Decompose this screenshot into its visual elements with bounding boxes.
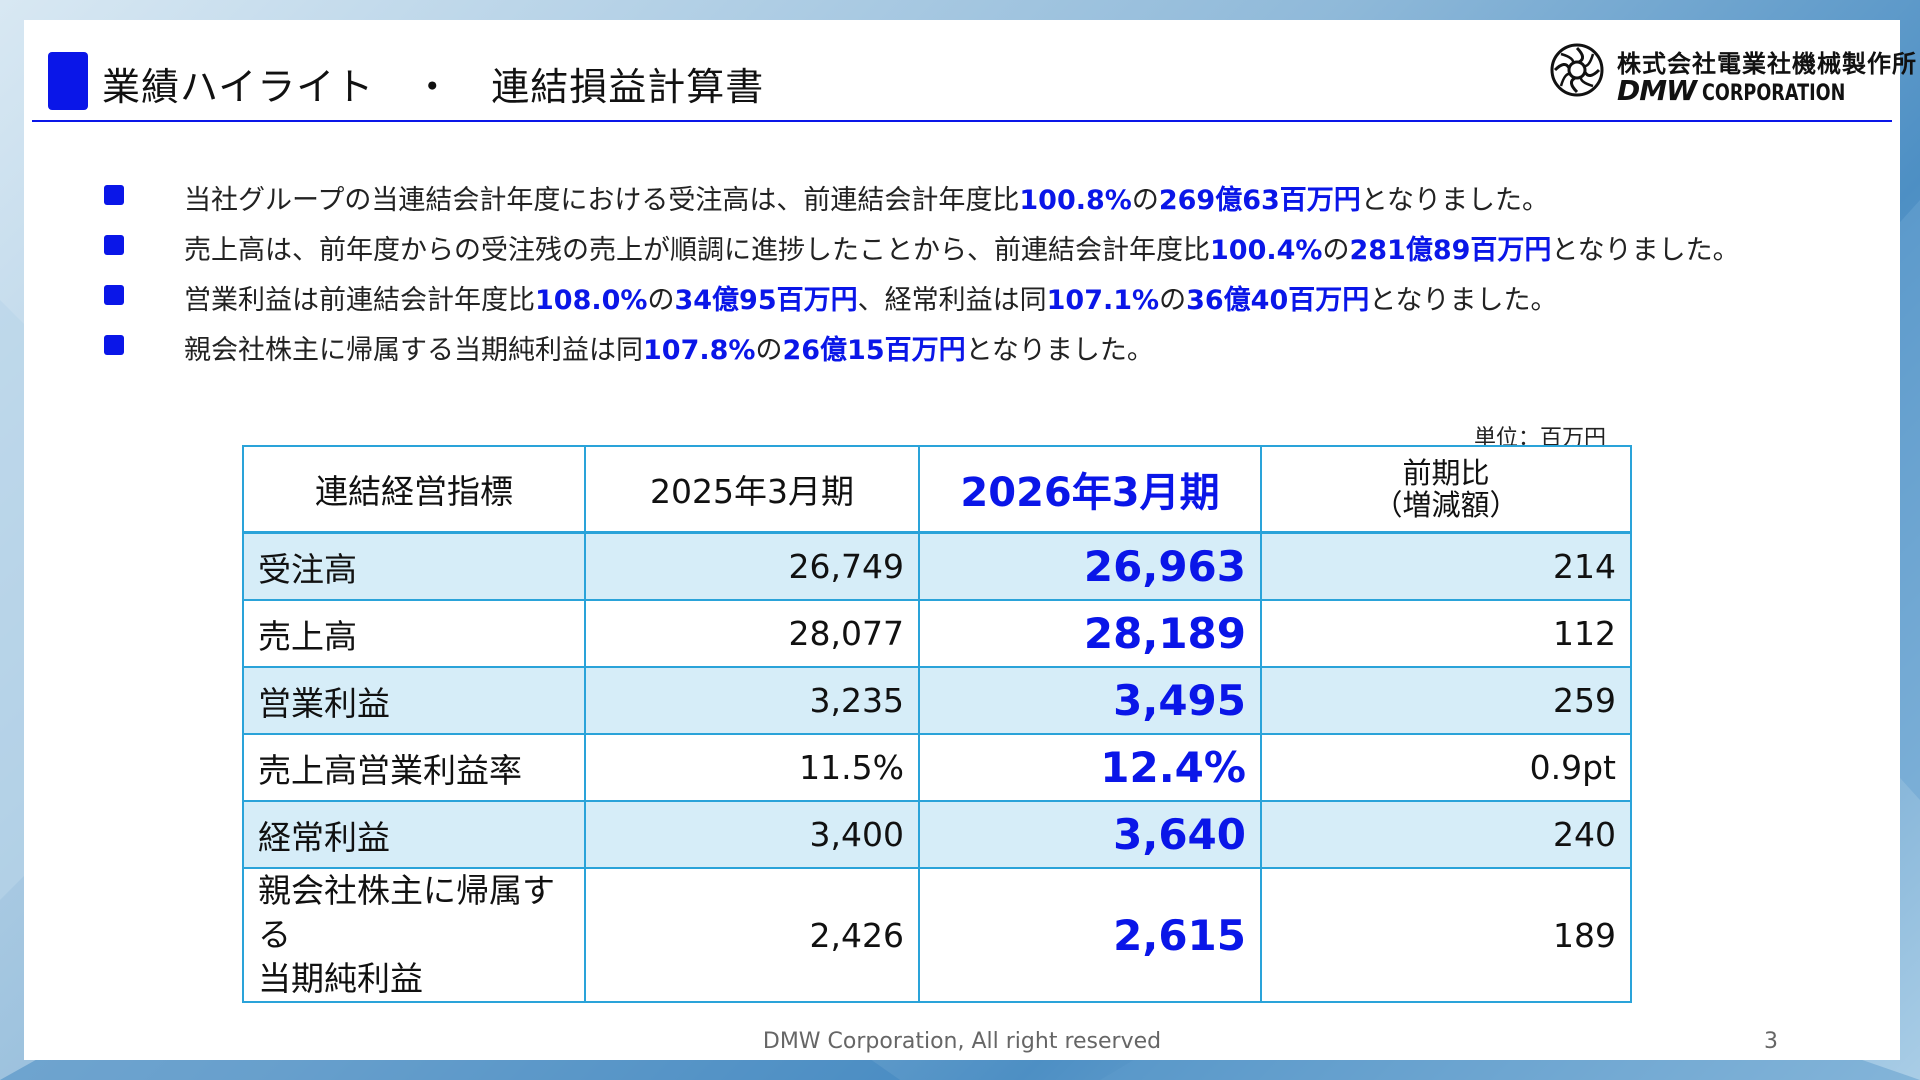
bullet-highlight: 26億15百万円 <box>782 335 966 366</box>
row-diff: 189 <box>1260 867 1632 1003</box>
consolidated-kpi-table: 連結経営指標 2025年3月期 2026年3月期 前期比 （増減額） 受注高 26… <box>242 445 1632 1003</box>
row-prev: 3,400 <box>584 800 920 869</box>
bullet-text-part: 親会社株主に帰属する当期純利益は同 <box>184 335 643 366</box>
bullet-text-part: 、経常利益は同 <box>857 285 1047 316</box>
table-row: 売上高 28,077 28,189 112 <box>242 599 1632 668</box>
row-current: 12.4% <box>918 733 1262 802</box>
bullet-highlight: 100.4% <box>1210 235 1323 266</box>
bullet-text-part: の <box>1131 185 1159 216</box>
row-metric-line2: 当期純利益 <box>258 959 423 998</box>
bullet-text-part: となりました。 <box>1360 185 1549 216</box>
slide: 業績ハイライト ・ 連結損益計算書 株式会社電業社機械製作所 DMW CORPOR… <box>24 20 1916 1060</box>
row-metric: 経常利益 <box>242 800 586 869</box>
header-metric: 連結経営指標 <box>242 445 586 534</box>
row-diff: 259 <box>1260 666 1632 735</box>
row-current: 3,495 <box>918 666 1262 735</box>
header-yoy-change: 前期比 （増減額） <box>1260 445 1632 534</box>
row-prev: 26,749 <box>584 531 920 601</box>
bullet-text-part: の <box>755 335 783 366</box>
bullet-text: 当社グループの当連結会計年度における受注高は、前連結会計年度比100.8%の26… <box>184 178 1549 217</box>
bullet-text-part: の <box>1159 285 1187 316</box>
logo-corporation: CORPORATION <box>1702 81 1846 106</box>
row-metric: 親会社株主に帰属する当期純利益 <box>242 867 586 1003</box>
row-current: 2,615 <box>918 867 1262 1003</box>
bullet-text-part: の <box>647 285 675 316</box>
table-row: 受注高 26,749 26,963 214 <box>242 531 1632 601</box>
row-prev: 28,077 <box>584 599 920 668</box>
table-row: 経常利益 3,400 3,640 240 <box>242 800 1632 869</box>
logo-brand: DMW <box>1617 74 1697 107</box>
header-current-year: 2026年3月期 <box>918 445 1262 534</box>
bullet-highlight: 107.1% <box>1046 285 1160 316</box>
row-metric: 受注高 <box>242 531 586 601</box>
footer-copyright: DMW Corporation, All right reserved <box>762 1029 1162 1054</box>
header-yoy-line1: 前期比 <box>1402 456 1490 490</box>
row-metric: 売上高 <box>242 599 586 668</box>
bullet-text: 売上高は、前年度からの受注残の売上が順調に進捗したことから、前連結会計年度比10… <box>184 228 1740 267</box>
bullet-highlight: 269億63百万円 <box>1158 185 1361 216</box>
row-prev: 3,235 <box>584 666 920 735</box>
bullet-highlight: 281億89百万円 <box>1349 235 1552 266</box>
page-number: 3 <box>1764 1029 1778 1054</box>
row-prev: 2,426 <box>584 867 920 1003</box>
row-diff: 240 <box>1260 800 1632 869</box>
company-logo: 株式会社電業社機械製作所 DMW CORPORATION <box>1549 40 1916 120</box>
bullet-highlight: 36億40百万円 <box>1186 285 1370 316</box>
row-metric-line1: 親会社株主に帰属する <box>258 871 555 954</box>
impeller-logo-icon <box>1550 43 1604 97</box>
bullet-text-part: となりました。 <box>965 335 1154 366</box>
bullet-text: 親会社株主に帰属する当期純利益は同107.8%の26億15百万円となりました。 <box>184 328 1154 367</box>
row-diff: 0.9pt <box>1260 733 1632 802</box>
table-header-row: 連結経営指標 2025年3月期 2026年3月期 前期比 （増減額） <box>242 445 1632 534</box>
bullet-text-part: となりました。 <box>1551 235 1740 266</box>
bullet-square-icon <box>104 235 124 255</box>
page-title: 業績ハイライト ・ 連結損益計算書 <box>102 65 765 109</box>
header-yoy-line2: （増減額） <box>1373 488 1519 522</box>
bullet-square-icon <box>104 285 124 305</box>
logo-wordmark: DMW CORPORATION <box>1617 74 1881 107</box>
row-current: 3,640 <box>918 800 1262 869</box>
row-current: 26,963 <box>918 531 1262 601</box>
title-accent-bar <box>48 52 88 110</box>
bullet-square-icon <box>104 335 124 355</box>
bullet-highlight: 100.8% <box>1019 185 1132 216</box>
row-metric: 売上高営業利益率 <box>242 733 586 802</box>
bullet-text-part: の <box>1322 235 1350 266</box>
row-current: 28,189 <box>918 599 1262 668</box>
bullet-text-part: となりました。 <box>1369 285 1558 316</box>
row-prev: 11.5% <box>584 733 920 802</box>
bullet-highlight: 34億95百万円 <box>674 285 858 316</box>
bullet-square-icon <box>104 185 124 205</box>
row-metric: 営業利益 <box>242 666 586 735</box>
bullet-text-part: 営業利益は前連結会計年度比 <box>184 285 535 316</box>
bullet-text-part: 当社グループの当連結会計年度における受注高は、前連結会計年度比 <box>184 185 1020 216</box>
bullet-highlight: 107.8% <box>643 335 756 366</box>
table-row: 営業利益 3,235 3,495 259 <box>242 666 1632 735</box>
table-row: 親会社株主に帰属する当期純利益 2,426 2,615 189 <box>242 867 1632 1003</box>
title-divider <box>32 120 1892 122</box>
bullet-highlight: 108.0% <box>535 285 648 316</box>
bullet-text: 営業利益は前連結会計年度比108.0%の34億95百万円、経常利益は同107.1… <box>184 278 1557 317</box>
bullet-text-part: 売上高は、前年度からの受注残の売上が順調に進捗したことから、前連結会計年度比 <box>184 235 1210 266</box>
row-diff: 214 <box>1260 531 1632 601</box>
table-row: 売上高営業利益率 11.5% 12.4% 0.9pt <box>242 733 1632 802</box>
header-prev-year: 2025年3月期 <box>584 445 920 534</box>
row-diff: 112 <box>1260 599 1632 668</box>
